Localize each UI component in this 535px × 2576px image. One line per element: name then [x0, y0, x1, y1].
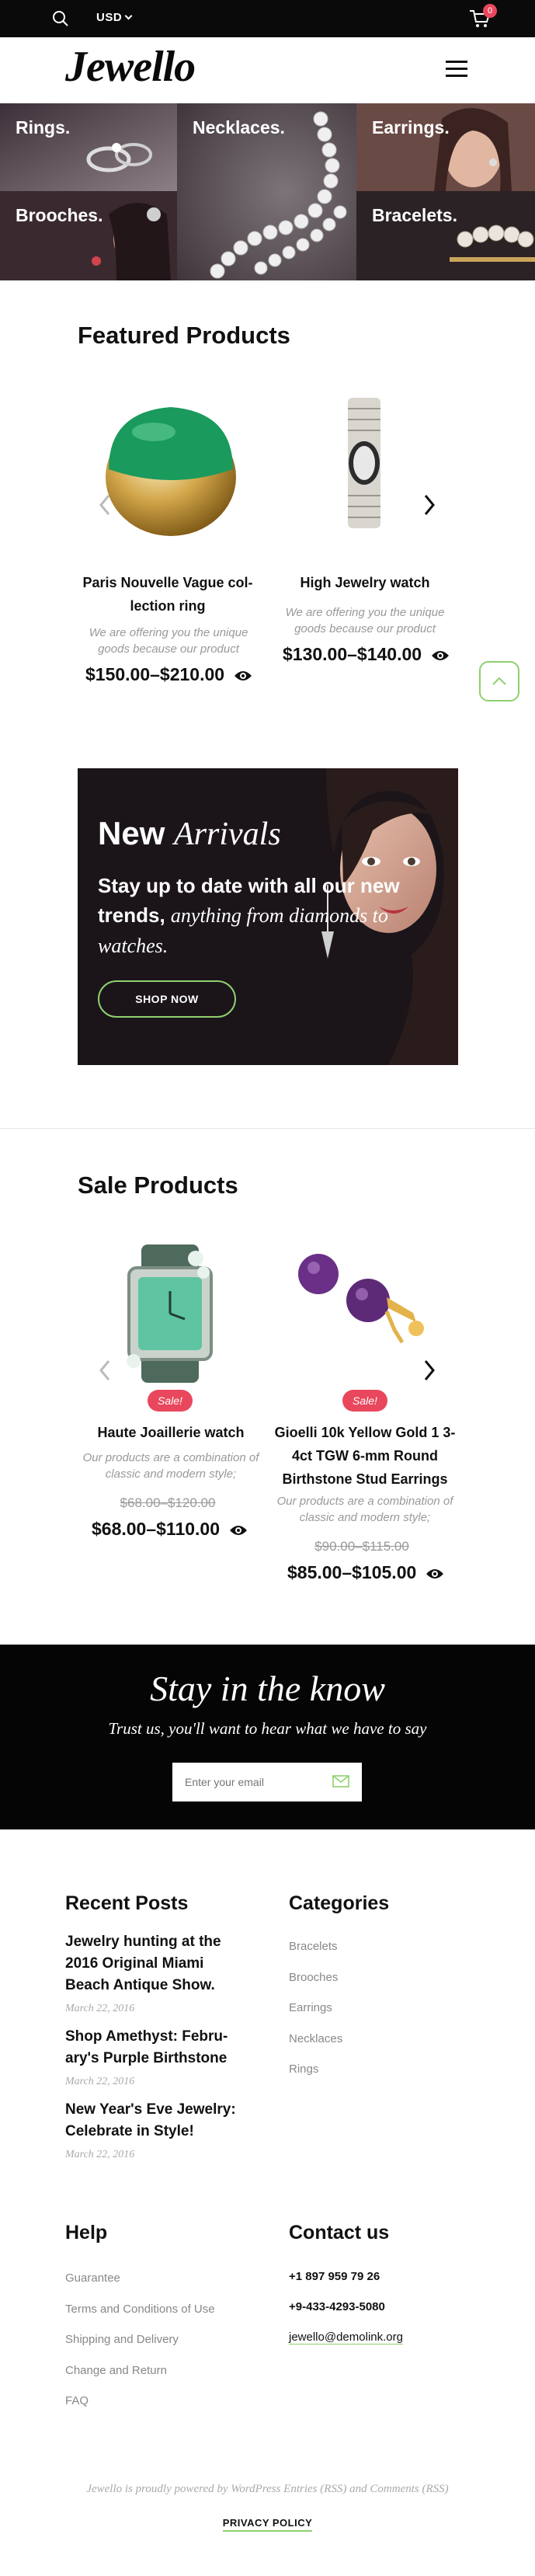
- featured-title: Featured Products: [78, 322, 290, 349]
- eye-icon[interactable]: [426, 1568, 444, 1580]
- price-value: $130.00–$140.00: [283, 644, 422, 664]
- search-icon[interactable]: [51, 9, 70, 28]
- earrings-image: [356, 103, 535, 191]
- category-tile-bracelets[interactable]: Bracelets.: [356, 191, 535, 280]
- category-label: Bracelets.: [372, 205, 457, 225]
- email-link[interactable]: jewello@demolink.org: [289, 2331, 403, 2345]
- post-date: March 22, 2016: [65, 2076, 135, 2087]
- top-bar: USD 0: [0, 0, 535, 37]
- category-label: Earrings.: [372, 117, 450, 138]
- categories-title: Categories: [289, 1892, 390, 1914]
- category-tile-earrings[interactable]: Earrings.: [356, 103, 535, 191]
- new-arrivals-banner: New Arrivals Stay up to date with all ou…: [78, 768, 458, 1065]
- help-link[interactable]: Shipping and Delivery: [65, 2333, 179, 2346]
- product-image-ring[interactable]: [102, 401, 239, 539]
- divider: [0, 1128, 535, 1129]
- product-description: We are offering you the unique goods bec…: [89, 626, 248, 656]
- banner-text: Stay up to date with all our new trends,…: [98, 871, 424, 961]
- eye-icon[interactable]: [229, 1524, 248, 1537]
- product-price: $85.00–$105.00: [287, 1562, 444, 1583]
- old-price: $90.00–$115.00: [314, 1539, 409, 1554]
- banner-title-bold: New: [98, 815, 165, 851]
- category-grid: Rings. Necklaces. Earrings. Brooches. Br…: [0, 103, 535, 280]
- chevron-down-icon: [124, 12, 133, 20]
- scroll-to-top-button[interactable]: [479, 661, 519, 701]
- sale-title: Sale Products: [78, 1171, 238, 1199]
- help-link[interactable]: Guarantee: [65, 2271, 120, 2285]
- newsletter-subtitle: Trust us, you'll want to hear what we ha…: [108, 1719, 427, 1738]
- recent-posts-title: Recent Posts: [65, 1892, 189, 1914]
- chevron-up-icon: [492, 677, 506, 685]
- help-link[interactable]: Change and Return: [65, 2364, 167, 2377]
- product-image-earrings[interactable]: [297, 1251, 433, 1344]
- post-title[interactable]: New Year's Eve Jewelry: Celebrate in Sty…: [65, 2099, 252, 2143]
- product-image-watch[interactable]: [343, 398, 385, 528]
- category-label: Rings.: [16, 117, 71, 138]
- footer-category-link[interactable]: Rings: [289, 2063, 318, 2076]
- cart-count-badge: 0: [483, 4, 497, 18]
- product-description: Our products are a combination of classi…: [82, 1451, 259, 1481]
- price-value: $85.00–$105.00: [287, 1562, 417, 1582]
- eye-icon[interactable]: [431, 649, 450, 662]
- banner-title-italic: Arrivals: [174, 816, 281, 852]
- category-tile-necklaces[interactable]: Necklaces.: [177, 103, 356, 280]
- rings-image: [0, 103, 177, 191]
- footer-category-link[interactable]: Necklaces: [289, 2032, 342, 2045]
- help-link[interactable]: FAQ: [65, 2394, 89, 2407]
- product-price: $68.00–$110.00: [92, 1519, 248, 1540]
- chevron-right-icon[interactable]: [421, 1356, 438, 1384]
- phone-number[interactable]: +9-433-4293-5080: [289, 2300, 385, 2313]
- contact-title: Contact us: [289, 2222, 390, 2244]
- category-label: Necklaces.: [193, 117, 285, 138]
- category-label: Brooches.: [16, 205, 103, 225]
- price-value: $150.00–$210.00: [85, 664, 225, 684]
- newsletter-title: Stay in the know: [150, 1669, 385, 1708]
- product-name[interactable]: Gioelli 10k Yellow Gold 1 3-4ct TGW 6-mm…: [272, 1421, 458, 1491]
- help-title: Help: [65, 2222, 108, 2244]
- product-name[interactable]: Haute Joaillerie watch: [78, 1421, 264, 1444]
- product-price: $130.00–$140.00: [283, 644, 450, 665]
- privacy-policy-label: PRIVACY POLICY: [222, 2517, 313, 2532]
- footer-category-link[interactable]: Bracelets: [289, 1940, 338, 1953]
- sale-badge: Sale!: [342, 1390, 387, 1412]
- currency-label: USD: [96, 11, 123, 24]
- footer-category-link[interactable]: Brooches: [289, 1971, 338, 1984]
- privacy-policy-link[interactable]: PRIVACY POLICY: [0, 2517, 535, 2532]
- product-price: $150.00–$210.00: [85, 664, 252, 685]
- footer-category-link[interactable]: Earrings: [289, 2001, 332, 2014]
- menu-icon[interactable]: [446, 61, 467, 78]
- post-date: March 22, 2016: [65, 2149, 135, 2160]
- mail-icon[interactable]: [332, 1774, 349, 1789]
- product-description: We are offering you the unique goods bec…: [285, 606, 445, 635]
- shop-now-button[interactable]: SHOP NOW: [98, 980, 236, 1018]
- newsletter-section: Stay in the know Trust us, you'll want t…: [0, 1645, 535, 1829]
- category-tile-brooches[interactable]: Brooches.: [0, 191, 177, 280]
- post-date: March 22, 2016: [65, 2003, 135, 2014]
- powered-by-text: Jewello is proudly powered by WordPress …: [86, 2483, 449, 2495]
- phone-number[interactable]: +1 897 959 79 26: [289, 2270, 380, 2283]
- product-image-green-watch[interactable]: [118, 1244, 222, 1383]
- banner-title: New Arrivals: [98, 815, 281, 853]
- old-price: $68.00–$120.00: [120, 1495, 216, 1510]
- post-title[interactable]: Shop Amethyst: Febru-ary's Purple Births…: [65, 2026, 252, 2070]
- sale-badge: Sale!: [148, 1390, 193, 1412]
- help-link[interactable]: Terms and Conditions of Use: [65, 2303, 215, 2316]
- logo[interactable]: Jewello: [65, 42, 196, 92]
- chevron-left-icon[interactable]: [96, 1356, 113, 1384]
- price-value: $68.00–$110.00: [92, 1519, 221, 1539]
- product-name[interactable]: High Jewelry watch: [280, 571, 450, 594]
- chevron-right-icon[interactable]: [421, 491, 438, 519]
- currency-select[interactable]: USD: [96, 11, 133, 24]
- product-description: Our products are a combination of classi…: [276, 1495, 453, 1524]
- post-title[interactable]: Jewelry hunting at the 2016 Original Mia…: [65, 1931, 252, 1996]
- product-name[interactable]: Paris Nouvelle Vague col-lection ring: [67, 571, 269, 618]
- category-tile-rings[interactable]: Rings.: [0, 103, 177, 191]
- eye-icon[interactable]: [234, 670, 252, 682]
